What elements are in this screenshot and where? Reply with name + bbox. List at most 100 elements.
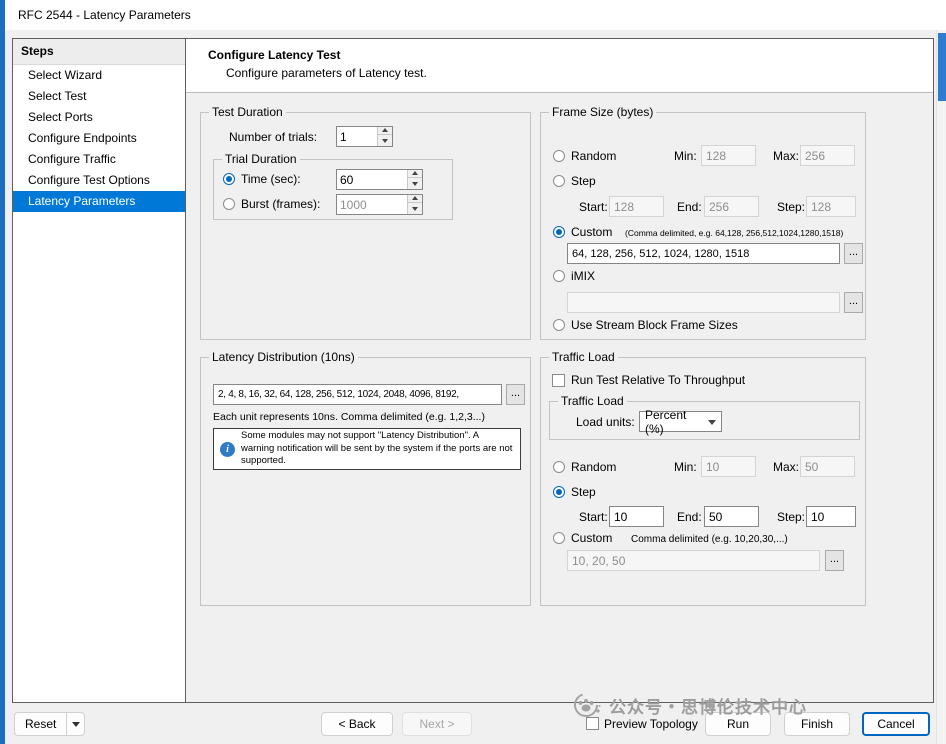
frame-start-input[interactable] [609,196,664,217]
load-stepsize-input[interactable] [806,506,856,527]
burst-label: Burst (frames): [241,197,320,211]
load-custom-radio[interactable] [553,532,565,544]
sidebar-item-select-wizard[interactable]: Select Wizard [13,65,185,86]
frame-stepsize-label: Step: [777,200,805,214]
load-units-dropdown[interactable]: Percent (%) [639,411,722,432]
rfc2544-wizard-window: RFC 2544 - Latency Parameters Steps Sele… [0,0,946,744]
spin-up-icon[interactable] [408,195,422,203]
spin-down-icon[interactable] [408,178,422,189]
frame-imix-radio[interactable] [553,270,565,282]
frame-streamblock-label: Use Stream Block Frame Sizes [571,318,738,332]
load-units-value: Percent (%) [645,408,708,436]
steps-header: Steps [13,39,185,65]
latency-warning-text: Some modules may not support "Latency Di… [241,430,514,468]
latency-distribution-browse-button[interactable]: ... [506,384,525,405]
test-duration-group: Test Duration Number of trials: Trial Du… [200,112,531,340]
trial-duration-group-title: Trial Duration [222,152,300,166]
relative-throughput-label: Run Test Relative To Throughput [571,373,745,387]
load-max-input[interactable] [800,456,855,477]
frame-custom-browse-button[interactable]: ... [844,243,863,264]
sidebar-item-select-ports[interactable]: Select Ports [13,107,185,128]
frame-custom-radio[interactable] [553,226,565,238]
sidebar-item-latency-parameters[interactable]: Latency Parameters [13,191,185,212]
watermark-text: 公众号・思博伦技术中心 [609,693,807,718]
spin-up-icon[interactable] [378,127,392,135]
back-button[interactable]: < Back [321,712,393,736]
paw-logo-icon [572,690,602,720]
frame-end-input[interactable] [704,196,759,217]
frame-custom-label: Custom [571,225,612,239]
load-end-label: End: [677,510,702,524]
load-step-radio[interactable] [553,486,565,498]
load-random-radio[interactable] [553,461,565,473]
next-button[interactable]: Next > [402,712,472,736]
burst-spinner [336,194,423,215]
load-custom-input[interactable] [567,550,820,571]
latency-distribution-group: Latency Distribution (10ns) ... Each uni… [200,357,531,606]
chevron-down-icon [708,420,716,429]
load-units-label: Load units: [576,415,635,429]
frame-imix-label: iMIX [571,269,595,283]
number-of-trials-input[interactable] [337,127,377,146]
frame-step-radio[interactable] [553,175,565,187]
sidebar-item-configure-traffic[interactable]: Configure Traffic [13,149,185,170]
spin-up-icon[interactable] [408,170,422,178]
sidebar-item-select-test[interactable]: Select Test [13,86,185,107]
load-step-label: Step [571,485,596,499]
scrollbar-thumb[interactable] [938,33,946,101]
test-duration-group-title: Test Duration [209,105,286,119]
load-start-input[interactable] [609,506,664,527]
vertical-scrollbar[interactable] [936,30,946,744]
steps-sidebar: Steps Select Wizard Select Test Select P… [13,39,186,702]
spin-down-icon[interactable] [378,135,392,146]
info-icon [220,442,235,457]
page-header: Configure Latency Test Configure paramet… [186,39,933,93]
main-panel: Configure Latency Test Configure paramet… [186,39,933,702]
frame-end-label: End: [677,200,702,214]
load-custom-browse-button[interactable]: ... [825,550,844,571]
load-max-label: Max: [773,460,799,474]
traffic-load-inner-group: Traffic Load Load units: Percent (%) [549,401,860,440]
traffic-load-inner-title: Traffic Load [558,394,627,408]
window-accent-strip [0,0,5,744]
latency-distribution-group-title: Latency Distribution (10ns) [209,350,358,364]
load-custom-hint: Comma delimited (e.g. 10,20,30,...) [631,534,788,545]
window-title: RFC 2544 - Latency Parameters [18,8,191,22]
spin-down-icon[interactable] [408,203,422,214]
cancel-button[interactable]: Cancel [862,712,930,736]
frame-streamblock-radio[interactable] [553,319,565,331]
sidebar-item-configure-endpoints[interactable]: Configure Endpoints [13,128,185,149]
load-min-input[interactable] [701,456,756,477]
time-radio[interactable] [223,173,235,185]
watermark: 公众号・思博伦技术中心 [572,690,807,720]
burst-radio[interactable] [223,198,235,210]
frame-start-label: Start: [579,200,608,214]
frame-imix-browse-button[interactable]: ... [844,292,863,313]
load-random-label: Random [571,460,616,474]
frame-imix-input[interactable] [567,292,840,313]
reset-button[interactable]: Reset [15,713,66,735]
frame-step-label: Step [571,174,596,188]
latency-distribution-hint: Each unit represents 10ns. Comma delimit… [213,411,485,423]
reset-dropdown-icon[interactable] [66,713,84,735]
frame-random-radio[interactable] [553,150,565,162]
frame-custom-input[interactable] [567,243,840,264]
frame-size-group: Frame Size (bytes) Random Min: Max: Step… [540,112,866,340]
traffic-load-group: Traffic Load Run Test Relative To Throug… [540,357,866,606]
frame-size-group-title: Frame Size (bytes) [549,105,656,119]
latency-distribution-input[interactable] [213,384,502,405]
frame-random-label: Random [571,149,616,163]
page-title: Configure Latency Test [208,48,340,62]
frame-min-label: Min: [674,149,697,163]
load-end-input[interactable] [704,506,759,527]
latency-warning-box: Some modules may not support "Latency Di… [213,428,521,470]
time-input[interactable] [337,170,407,189]
page-subtitle: Configure parameters of Latency test. [226,66,427,80]
frame-stepsize-input[interactable] [806,196,856,217]
relative-throughput-checkbox[interactable] [552,374,565,387]
burst-input[interactable] [337,195,407,214]
frame-max-input[interactable] [800,145,855,166]
frame-min-input[interactable] [701,145,756,166]
traffic-load-group-title: Traffic Load [549,350,618,364]
sidebar-item-configure-test-options[interactable]: Configure Test Options [13,170,185,191]
